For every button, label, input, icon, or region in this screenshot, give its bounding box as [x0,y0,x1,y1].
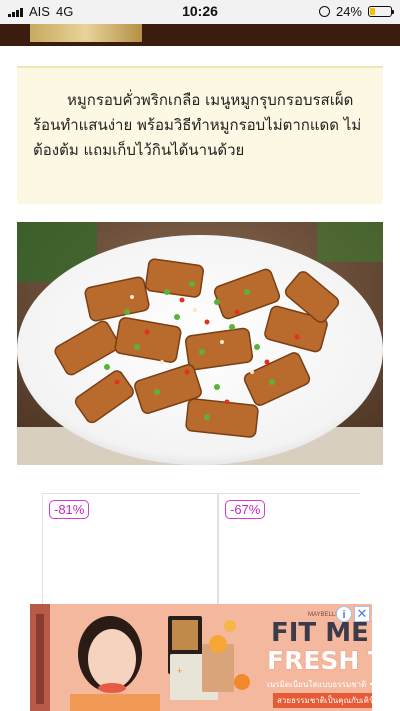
header-banner-image[interactable] [30,24,142,42]
fried-pork-photo [17,222,383,465]
battery-percent: 24% [335,4,362,19]
status-bar: AIS 4G 10:26 24% [0,0,400,24]
discount-badge: -67% [225,500,266,519]
alarm-icon [318,6,330,17]
ad-subline: เนรมิตเนียนใสแบบธรรมชาติ • บางเบาสบายผิว [267,680,372,689]
ad-close-icon[interactable]: ✕ [354,606,370,622]
ad-headline-1: FIT ME [271,618,369,648]
product-card[interactable]: -81% [42,493,218,613]
svg-text:+: + [177,666,182,676]
discount-badge: -81% [49,500,90,519]
ad-headline-2: FRESH TINT [267,646,372,675]
ad-cta-button[interactable]: สวยธรรมชาติเป็นคุณกับเคิร์ก [273,693,372,708]
status-right: 24% [318,4,394,19]
ad-banner[interactable]: + MAYBELLINE FIT ME FRESH TINT เนรมิตเนี… [30,604,372,711]
site-header-band [0,24,400,46]
product-card[interactable]: -67% [218,493,360,613]
article-intro-card: หมูกรอบคั่วพริกเกลือ เมนูหมูกรุบกรอบรสเผ… [17,66,383,204]
battery-icon [368,6,394,17]
article-intro-text: หมูกรอบคั่วพริกเกลือ เมนูหมูกรุบกรอบรสเผ… [33,91,362,159]
ad-info-icon[interactable]: i [336,606,352,622]
article-hero-image [17,222,383,465]
